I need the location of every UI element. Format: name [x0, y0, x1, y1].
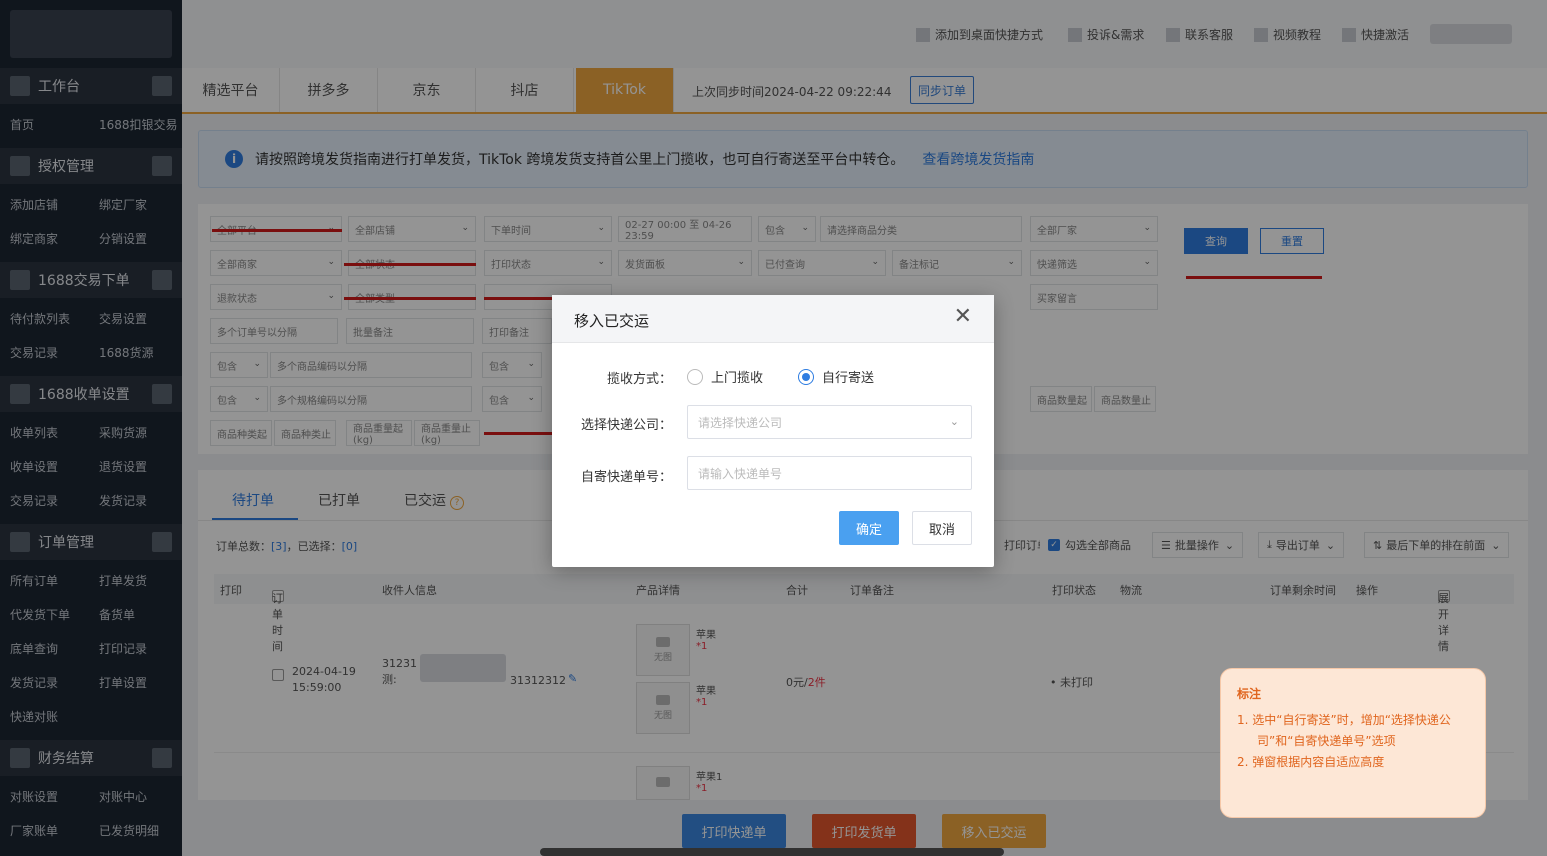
dialog-title: 移入已交运 [574, 312, 650, 330]
radio-unchecked-icon [687, 368, 703, 385]
pickup-method-label: 揽收方式： [606, 372, 672, 387]
tracking-number-input[interactable]: 请输入快递单号 [687, 456, 972, 490]
chevron-down-icon: ⌄ [949, 415, 959, 428]
radio-self-send[interactable]: 自行寄送 [798, 367, 874, 386]
radio-checked-icon [798, 368, 814, 385]
courier-company-select[interactable]: 请选择快递公司 ⌄ [687, 405, 972, 439]
annotation-note: 标注 1. 选中“自行寄送”时，增加“选择快递公司”和“自寄快递单号”选项 2.… [1220, 668, 1486, 818]
note-item: 1. 选中“自行寄送”时，增加“选择快递公司”和“自寄快递单号”选项 [1237, 713, 1451, 748]
close-icon[interactable]: ✕ [954, 306, 972, 328]
confirm-button[interactable]: 确定 [839, 511, 899, 545]
dialog-header: 移入已交运 ✕ [552, 295, 994, 343]
note-item: 2. 弹窗根据内容自适应高度 [1237, 755, 1385, 769]
courier-company-label: 选择快递公司： [580, 418, 672, 433]
tracking-number-label: 自寄快递单号： [580, 470, 672, 485]
radio-pickup[interactable]: 上门揽收 [687, 367, 763, 386]
move-to-shipped-dialog: 移入已交运 ✕ 揽收方式： 上门揽收 自行寄送 选择快递公司： 请选择快递公司 ⌄… [552, 295, 994, 567]
cancel-button[interactable]: 取消 [912, 511, 972, 545]
note-title: 标注 [1237, 687, 1262, 701]
